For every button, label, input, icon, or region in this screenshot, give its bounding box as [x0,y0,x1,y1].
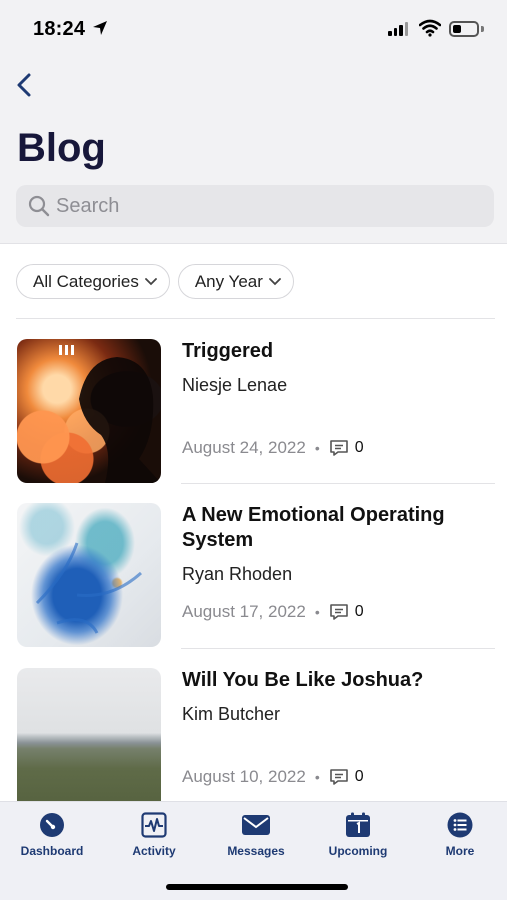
post-author: Ryan Rhoden [182,564,293,584]
separator-dot: • [314,440,320,456]
calendar-icon [346,812,370,837]
search-input[interactable] [56,185,486,227]
year-filter-label: Any Year [194,271,263,291]
tab-label: Activity [132,844,176,858]
post-author: Kim Butcher [182,704,281,724]
category-filter[interactable]: All Categories [16,264,170,299]
comment-icon [329,769,348,785]
chevron-down-icon [144,278,157,286]
home-indicator [166,884,348,890]
year-filter[interactable]: Any Year [177,264,294,299]
wifi-icon [418,19,442,42]
separator-dot: • [314,604,320,620]
chevron-down-icon [268,278,281,286]
blog-post-item[interactable]: Will You Be Like Joshua? Kim Butcher Aug… [17,668,495,813]
chevron-left-icon [17,73,31,97]
location-arrow-icon [92,20,108,41]
tab-activity[interactable]: Activity [109,811,199,858]
comment-count: 0 [354,603,364,620]
search-icon [28,195,50,222]
filter-bar: All Categories Any Year [16,264,294,299]
divider [16,318,495,319]
back-button[interactable] [13,72,37,98]
battery-icon [449,21,479,37]
tab-upcoming[interactable]: Upcoming [313,811,403,858]
tab-messages[interactable]: Messages [211,811,301,858]
search-bar[interactable] [16,185,494,227]
post-meta: August 24, 2022 • 0 [182,438,364,458]
page-title: Blog [17,126,106,170]
header-area: 18:24 Blog [0,0,507,244]
divider [181,648,495,649]
post-date: August 24, 2022 [182,438,306,457]
post-meta: August 10, 2022 • 0 [182,767,364,787]
envelope-icon [242,815,270,835]
tab-label: Dashboard [20,844,84,858]
separator-dot: • [314,769,320,785]
cellular-signal-icon [388,22,408,36]
activity-icon [141,812,167,838]
comment-count: 0 [354,768,364,785]
tab-label: Messages [227,844,285,858]
battery-tip [481,26,484,32]
list-icon [447,812,473,838]
post-title: A New Emotional Operating System [182,504,445,551]
post-thumbnail [17,339,161,483]
comment-icon [329,604,348,620]
blog-post-item[interactable]: A New Emotional Operating System Ryan Rh… [17,503,495,648]
tab-label: More [445,844,475,858]
divider [181,483,495,484]
status-time: 18:24 [33,18,86,40]
tab-dashboard[interactable]: Dashboard [7,811,97,858]
tab-more[interactable]: More [415,811,505,858]
category-filter-label: All Categories [33,271,139,291]
post-author: Niesje Lenae [182,375,288,395]
post-date: August 10, 2022 [182,767,306,786]
post-date: August 17, 2022 [182,602,306,621]
post-title: Triggered [182,340,274,362]
post-thumbnail [17,503,161,647]
dashboard-icon [40,813,64,837]
comment-count: 0 [354,439,364,456]
tab-label: Upcoming [328,844,388,858]
post-title: Will You Be Like Joshua? [182,669,424,691]
post-meta: August 17, 2022 • 0 [182,602,364,622]
status-bar: 18:24 [0,0,507,60]
blog-post-item[interactable]: Triggered Niesje Lenae August 24, 2022 •… [17,339,495,484]
comment-icon [329,440,348,456]
post-thumbnail [17,668,161,812]
